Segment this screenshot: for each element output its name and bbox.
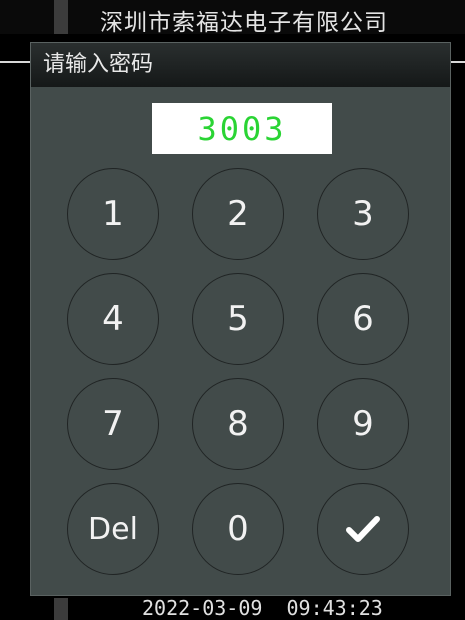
delete-button[interactable]: Del <box>67 483 159 575</box>
key-2[interactable]: 2 <box>192 168 284 260</box>
title-bar-marker <box>54 0 68 34</box>
footer-marker <box>54 598 68 620</box>
confirm-button[interactable] <box>317 483 409 575</box>
key-3[interactable]: 3 <box>317 168 409 260</box>
dialog-header: 请输入密码 <box>31 43 450 87</box>
key-4[interactable]: 4 <box>67 273 159 365</box>
key-5[interactable]: 5 <box>192 273 284 365</box>
datetime-readout: 2022-03-09 09:43:23 <box>142 596 383 620</box>
password-dialog: 请输入密码 3003 1 2 3 4 5 6 7 8 9 Del 0 <box>30 42 451 596</box>
key-8[interactable]: 8 <box>192 378 284 470</box>
key-6[interactable]: 6 <box>317 273 409 365</box>
password-value: 3003 <box>197 109 287 148</box>
key-1[interactable]: 1 <box>67 168 159 260</box>
company-title: 深圳市索福达电子有限公司 <box>100 10 388 36</box>
check-icon <box>346 516 380 542</box>
divider-left <box>0 61 30 63</box>
key-9[interactable]: 9 <box>317 378 409 470</box>
key-0[interactable]: 0 <box>192 483 284 575</box>
divider-right <box>451 61 465 63</box>
dialog-title: 请输入密码 <box>43 52 154 77</box>
password-display: 3003 <box>152 103 332 154</box>
key-7[interactable]: 7 <box>67 378 159 470</box>
